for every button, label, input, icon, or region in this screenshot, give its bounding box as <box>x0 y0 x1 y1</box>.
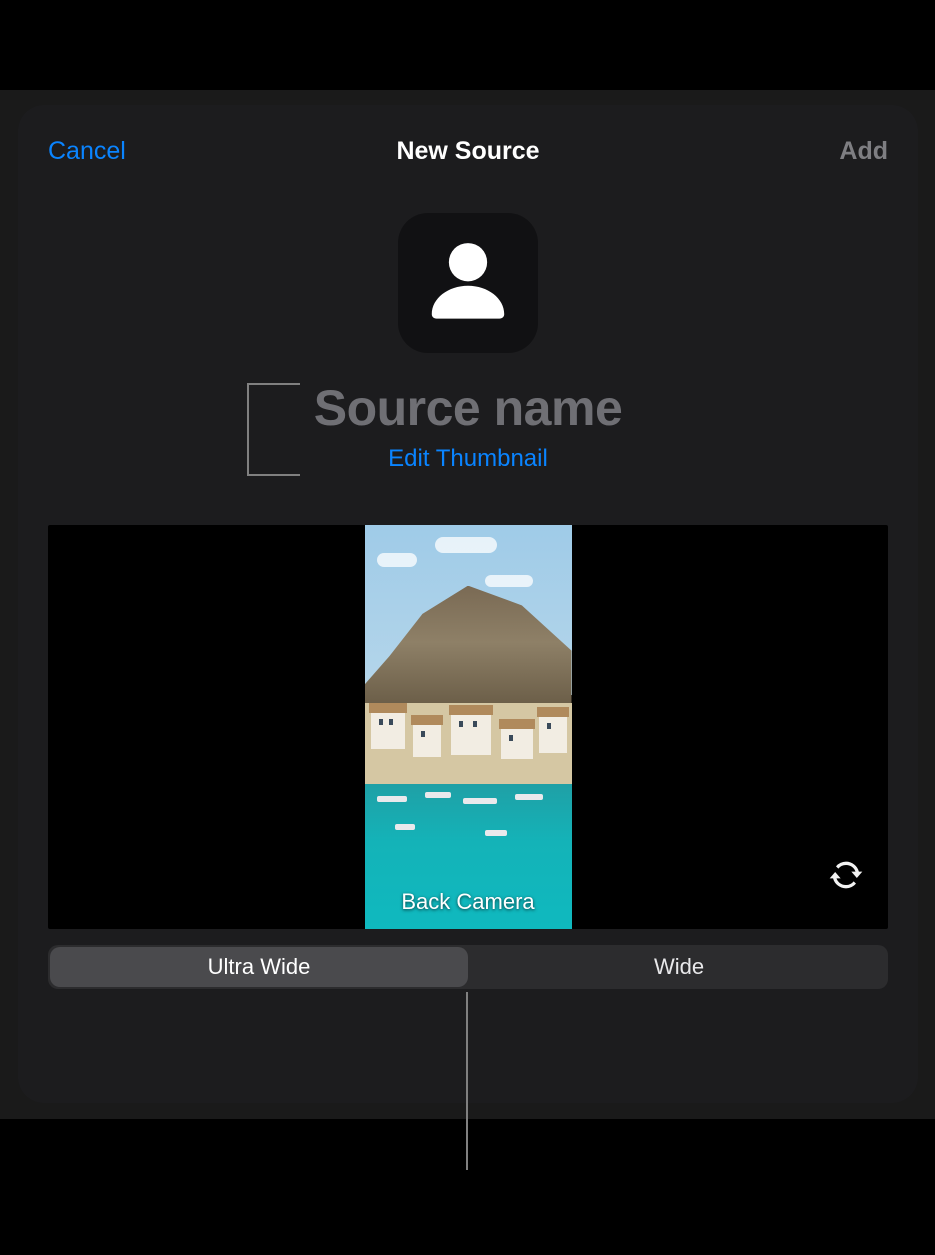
lens-option-ultra-wide[interactable]: Ultra Wide <box>50 947 468 987</box>
person-icon <box>427 235 509 332</box>
preview-image <box>365 525 572 929</box>
modal-title: New Source <box>18 137 918 166</box>
cancel-button[interactable]: Cancel <box>48 137 126 166</box>
source-name-row: Source name <box>48 379 888 437</box>
modal-header: Cancel New Source Add <box>48 131 888 171</box>
lens-segmented-control[interactable]: Ultra Wide Wide <box>48 945 888 989</box>
edit-thumbnail-row: Edit Thumbnail <box>48 445 888 473</box>
new-source-modal: Cancel New Source Add Source name Edit T… <box>18 105 918 1103</box>
callout-line-top <box>249 0 251 90</box>
add-button[interactable]: Add <box>839 137 888 166</box>
lens-option-wide[interactable]: Wide <box>470 945 888 989</box>
edit-thumbnail-button[interactable]: Edit Thumbnail <box>388 445 548 473</box>
source-name-input[interactable]: Source name <box>314 379 623 437</box>
avatar-thumbnail[interactable] <box>398 213 538 353</box>
camera-switch-icon <box>826 855 866 900</box>
camera-preview[interactable]: Back Camera <box>48 525 888 929</box>
callout-line-bottom <box>466 992 468 1170</box>
switch-camera-button[interactable] <box>822 853 870 901</box>
avatar-container <box>48 213 888 353</box>
